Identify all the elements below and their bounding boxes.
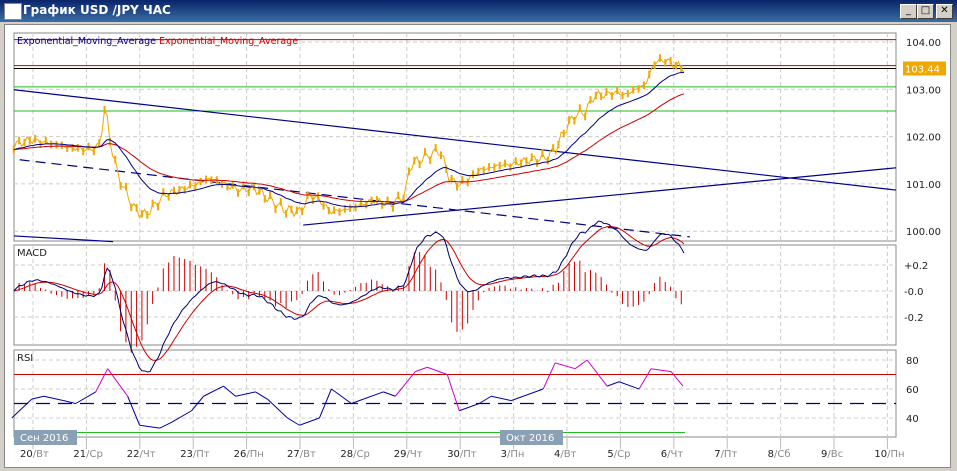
date-label: 28/Ср: [340, 449, 369, 460]
date-label: 10/Пн: [874, 449, 904, 460]
date-label: 26/Пн: [234, 449, 264, 460]
rsi-pane: [13, 349, 897, 438]
date-label: 20/Вт: [20, 449, 49, 460]
date-label: 5/Ср: [607, 449, 630, 460]
macd-tick: -0.0: [904, 287, 924, 298]
price-tick: 103.00: [906, 85, 941, 96]
macd-tick: +0.2: [904, 261, 928, 272]
date-label: 4/Вт: [554, 449, 577, 460]
date-label: 3/Пн: [501, 449, 525, 460]
macd-tick: -0.2: [904, 313, 924, 324]
indicator-legend: Exponential_Moving_Average Exponential_M…: [17, 36, 298, 47]
rsi-tick: 80: [906, 356, 919, 367]
price-tick: 101.00: [906, 180, 941, 191]
rsi-tick: 40: [906, 414, 919, 425]
month-label: Сен 2016: [20, 433, 68, 444]
month-label: Окт 2016: [506, 433, 554, 444]
date-label: 7/Пт: [714, 449, 737, 460]
date-label: 22/Чт: [127, 449, 156, 460]
date-label: 27/Вт: [287, 449, 316, 460]
date-label: 21/Ср: [73, 449, 102, 460]
price-tick: 102.00: [906, 133, 941, 144]
date-label: 6/Чт: [661, 449, 684, 460]
rsi-title: RSI: [17, 353, 33, 364]
price-tick: 100.00: [906, 227, 941, 238]
date-label: 8/Сб: [768, 449, 791, 460]
macd-pane: [13, 244, 897, 346]
current-price-label: 103.44: [905, 64, 940, 75]
rsi-tick: 60: [906, 385, 919, 396]
date-label: 23/Пт: [180, 449, 210, 460]
price-tick: 104.00: [906, 38, 941, 49]
macd-title: MACD: [17, 248, 47, 259]
chart-canvas[interactable]: 20/Вт 21/Ср 22/Чт 23/Пт 26/Пн 27/Вт 28/Ср 29/Чт…: [0, 0, 957, 471]
date-label: 9/Вс: [821, 449, 843, 460]
date-label: 30/Пт: [447, 449, 477, 460]
date-label: 29/Чт: [394, 449, 423, 460]
